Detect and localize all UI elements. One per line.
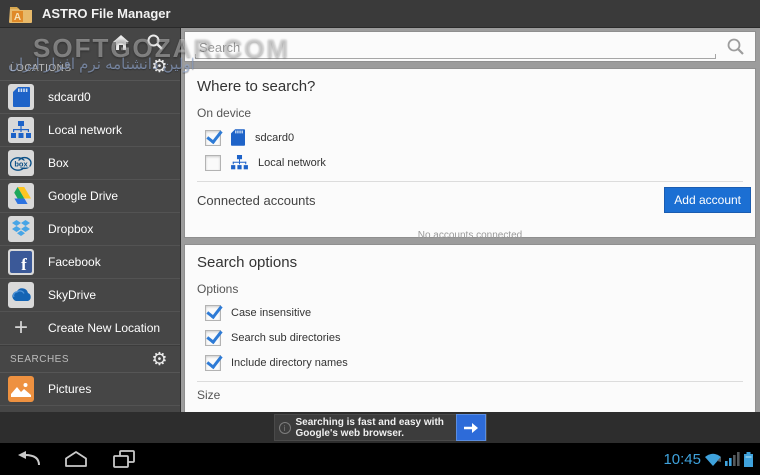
- search-sub-directories-checkbox[interactable]: [205, 330, 221, 346]
- google-search-toast: i Searching is fast and easy with Google…: [273, 414, 487, 441]
- where-to-search-card: Where to search? On device sdcard0 Local…: [184, 68, 756, 241]
- sidebar-item-label: Google Drive: [48, 189, 119, 203]
- sidebar-item-create-new-location[interactable]: + Create New Location: [0, 312, 180, 345]
- sidebar-item-dropbox[interactable]: Dropbox: [0, 213, 180, 246]
- sidebar-item-google-drive[interactable]: Google Drive: [0, 180, 180, 213]
- no-accounts-text: No accounts connected: [417, 230, 523, 241]
- sidebar-toolbar: [0, 28, 180, 56]
- device-label: sdcard0: [255, 131, 295, 144]
- astro-app-icon: A: [9, 4, 33, 23]
- home-icon[interactable]: [112, 34, 130, 51]
- local-network-checkbox[interactable]: [205, 155, 221, 171]
- options-label: Options: [197, 282, 239, 296]
- search-input[interactable]: Search: [195, 35, 716, 59]
- sidebar-item-label: Local network: [48, 123, 123, 137]
- locations-header: LOCATIONS ⚙: [0, 56, 180, 81]
- toast-go-button[interactable]: [455, 414, 486, 441]
- sidebar-item-label: SkyDrive: [48, 288, 97, 302]
- clock: 10:45: [663, 450, 701, 468]
- sdcard-icon: [231, 129, 245, 146]
- google-drive-icon: [8, 183, 34, 209]
- connected-accounts-label: Connected accounts: [197, 192, 316, 208]
- box-icon: box: [8, 150, 34, 176]
- dropbox-icon: [8, 216, 34, 242]
- battery-icon: [744, 451, 753, 467]
- sidebar-item-label: Create New Location: [48, 321, 161, 335]
- pictures-icon: [8, 376, 34, 402]
- search-bar-card: Search: [184, 31, 756, 62]
- option-row-directory-names[interactable]: Include directory names: [197, 355, 743, 371]
- device-label: Local network: [258, 157, 326, 169]
- svg-text:A: A: [14, 12, 21, 23]
- where-to-search-title: Where to search?: [197, 78, 316, 95]
- home-button[interactable]: [62, 448, 90, 470]
- search-icon[interactable]: [726, 37, 745, 56]
- sidebar-item-local-network[interactable]: Local network: [0, 114, 180, 147]
- option-label: Include directory names: [231, 357, 348, 369]
- case-insensitive-checkbox[interactable]: [205, 305, 221, 321]
- info-icon: i: [278, 421, 291, 434]
- recents-button[interactable]: [110, 448, 138, 470]
- search-options-title: Search options: [197, 254, 298, 271]
- plus-icon: +: [13, 314, 28, 341]
- app-title: ASTRO File Manager: [42, 6, 171, 21]
- locations-header-label: LOCATIONS: [10, 62, 72, 74]
- option-label: Search sub directories: [231, 332, 341, 344]
- option-row-case-insensitive[interactable]: Case insensitive: [197, 305, 743, 321]
- sidebar-item-label: Dropbox: [48, 222, 94, 236]
- network-icon: [8, 117, 34, 143]
- on-device-label: On device: [197, 106, 252, 120]
- sidebar-item-label: sdcard0: [48, 90, 91, 104]
- searches-header-label: SEARCHES: [10, 353, 70, 365]
- sidebar-item-sdcard0[interactable]: sdcard0: [0, 81, 180, 114]
- sidebar-item-pictures[interactable]: Pictures: [0, 373, 180, 406]
- sdcard0-checkbox[interactable]: [205, 129, 221, 146]
- include-directory-names-checkbox[interactable]: [205, 355, 221, 371]
- back-button[interactable]: [14, 448, 42, 470]
- app-bar: A ASTRO File Manager: [0, 0, 760, 28]
- option-label: Case insensitive: [231, 307, 312, 319]
- sidebar-item-skydrive[interactable]: SkyDrive: [0, 279, 180, 312]
- sidebar-item-label: Facebook: [48, 255, 101, 269]
- toast-strip: i Searching is fast and easy with Google…: [0, 412, 760, 443]
- option-row-sub-directories[interactable]: Search sub directories: [197, 330, 743, 346]
- svg-text:f: f: [21, 255, 27, 273]
- locations-settings-gear-icon[interactable]: ⚙: [151, 57, 168, 75]
- status-cluster: 10:45: [663, 443, 753, 475]
- size-unit-spinner[interactable]: KB: [594, 408, 743, 412]
- search-options-card: Search options Options Case insensitive …: [184, 244, 756, 412]
- facebook-icon: f: [8, 249, 34, 275]
- divider: [197, 181, 743, 182]
- skydrive-icon: [8, 282, 34, 308]
- size-greater-than-input[interactable]: Size greater than: [197, 408, 567, 412]
- searches-header: SEARCHES ⚙: [0, 345, 180, 373]
- android-navbar: 10:45: [0, 443, 760, 475]
- svg-text:box: box: [14, 160, 28, 169]
- toast-text: Searching is fast and easy with Google's…: [295, 416, 444, 439]
- sidebar-item-facebook[interactable]: f Facebook: [0, 246, 180, 279]
- search-toolbar-icon[interactable]: [146, 33, 164, 51]
- main-panel: Search Where to search? On device sdcard…: [181, 28, 760, 412]
- device-row-sdcard0[interactable]: sdcard0: [197, 129, 743, 146]
- sidebar-item-box[interactable]: box Box: [0, 147, 180, 180]
- searches-settings-gear-icon[interactable]: ⚙: [151, 350, 168, 368]
- network-icon: [231, 155, 248, 171]
- sidebar-item-label: Box: [48, 156, 69, 170]
- divider: [197, 381, 743, 382]
- add-account-button[interactable]: Add account: [664, 187, 751, 213]
- sidebar: LOCATIONS ⚙ sdcard0 Local network box Bo…: [0, 28, 181, 412]
- wifi-icon: [705, 453, 721, 466]
- device-row-local-network[interactable]: Local network: [197, 155, 743, 171]
- sdcard-icon: [8, 84, 34, 110]
- size-label: Size: [197, 388, 221, 402]
- signal-icon: [725, 452, 740, 466]
- sidebar-item-label: Pictures: [48, 382, 92, 396]
